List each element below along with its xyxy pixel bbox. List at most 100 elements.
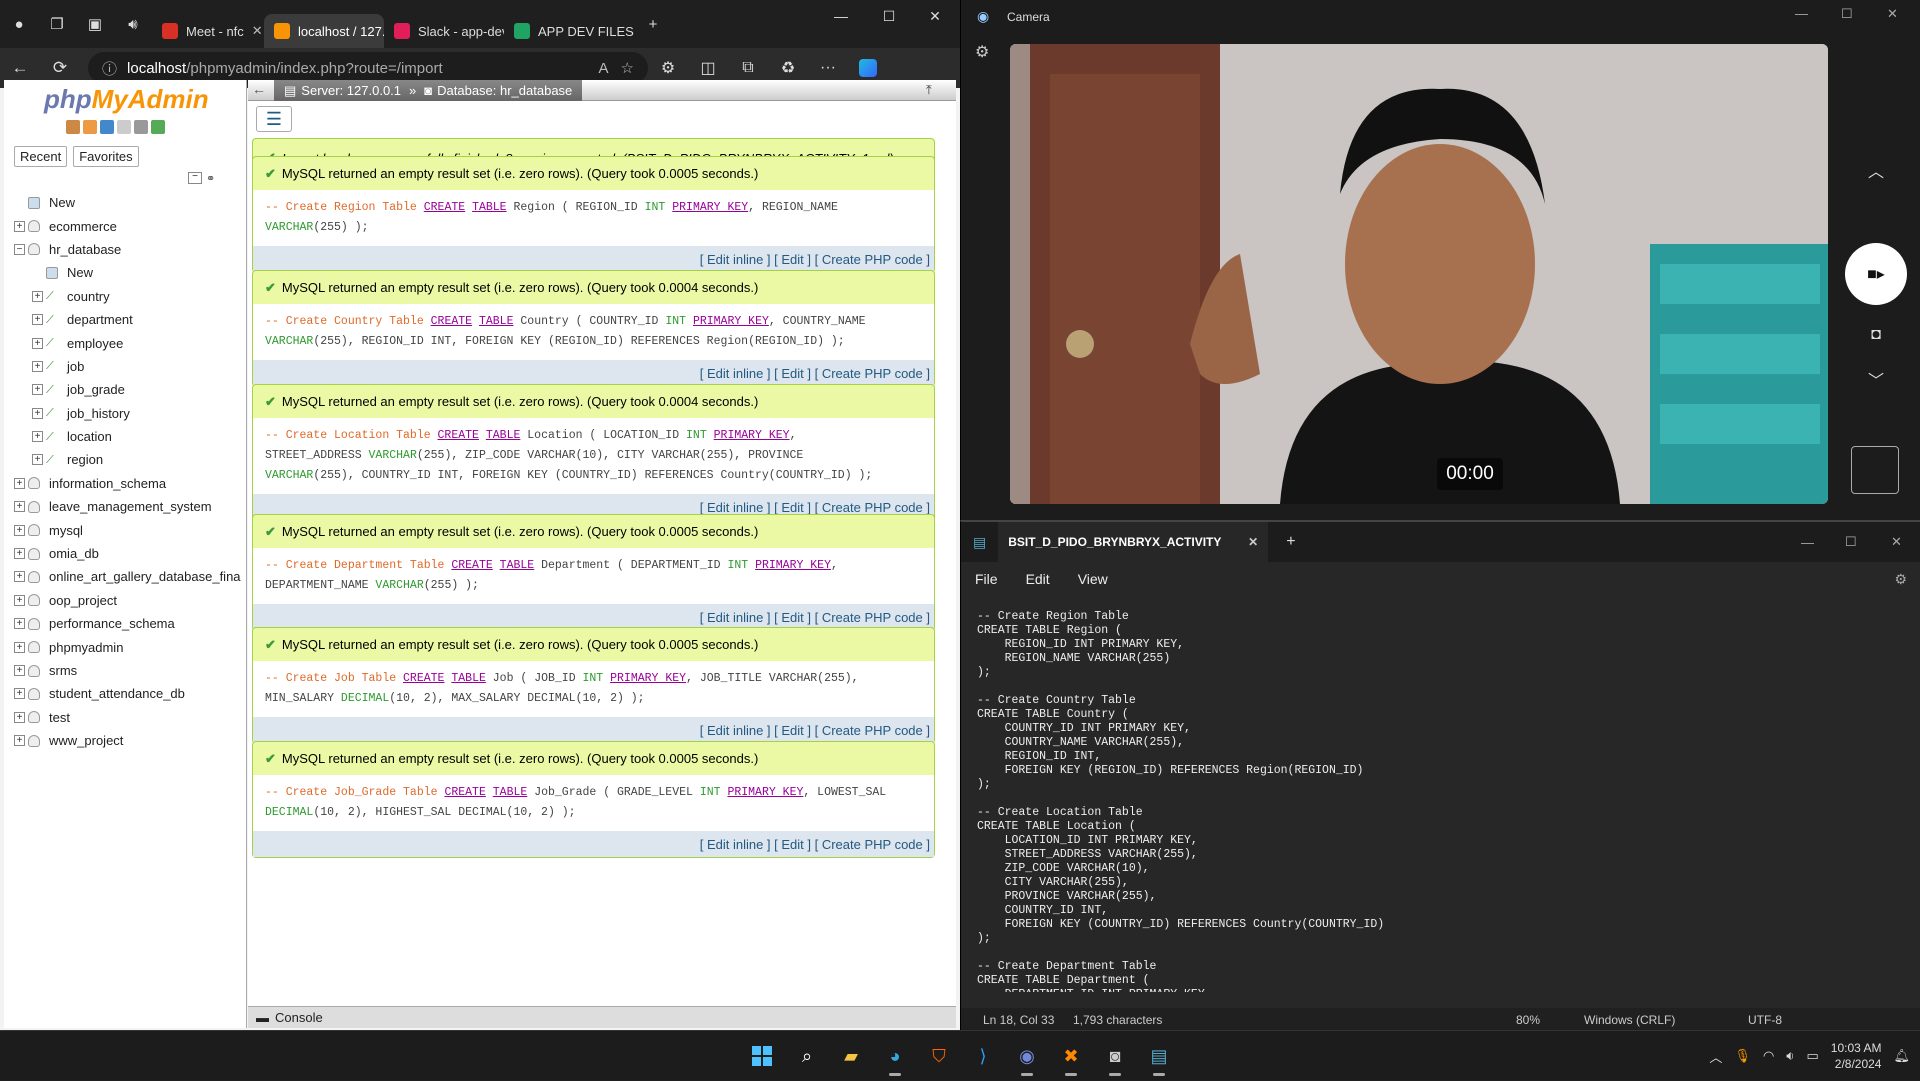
- expand-icon[interactable]: +: [14, 525, 25, 536]
- wifi-icon[interactable]: ◠: [1763, 1048, 1774, 1064]
- tree-table-item[interactable]: +⟋department: [14, 308, 244, 331]
- notepad-settings-icon[interactable]: ⚙: [1880, 571, 1920, 588]
- notification-bell-icon[interactable]: 🔔︎: [1893, 1048, 1910, 1064]
- collapse-all-icon[interactable]: −: [188, 172, 202, 184]
- tree-database-item[interactable]: +information_schema: [14, 472, 244, 495]
- tree-database-item[interactable]: −hr_database: [14, 238, 244, 261]
- tab-actions-icon[interactable]: ▣: [76, 0, 114, 48]
- link-icon[interactable]: ⚭: [206, 172, 215, 185]
- expand-icon[interactable]: +: [14, 595, 25, 606]
- menu-edit[interactable]: Edit: [1012, 571, 1064, 587]
- photo-mode-icon[interactable]: ◘: [1856, 320, 1896, 350]
- expand-icon[interactable]: [14, 197, 25, 208]
- battery-icon[interactable]: ▭: [1806, 1048, 1818, 1064]
- edit-links[interactable]: [ Edit inline ] [ Edit ] [ Create PHP co…: [253, 717, 934, 743]
- docs-icon[interactable]: [117, 120, 131, 134]
- expand-icon[interactable]: +: [14, 712, 25, 723]
- favorite-star-icon[interactable]: ☆: [621, 59, 634, 77]
- expand-icon[interactable]: +: [14, 548, 25, 559]
- tree-database-item[interactable]: +oop_project: [14, 589, 244, 612]
- maximize-icon[interactable]: ☐: [866, 0, 912, 32]
- profile-icon[interactable]: ●: [0, 0, 38, 48]
- tree-database-item[interactable]: +ecommerce: [14, 214, 244, 237]
- phpmyadmin-logo[interactable]: phpMyAdmin: [44, 84, 209, 115]
- clock[interactable]: 10:03 AM 2/8/2024: [1831, 1040, 1882, 1072]
- tree-database-item[interactable]: +online_art_gallery_database_fina: [14, 565, 244, 588]
- expand-icon[interactable]: +: [14, 478, 25, 489]
- tree-new-item[interactable]: New: [14, 261, 244, 284]
- recent-tab[interactable]: Recent: [14, 146, 67, 167]
- search-icon[interactable]: ⌕: [789, 1038, 825, 1074]
- camera-settings-icon[interactable]: ⚙: [975, 42, 989, 62]
- tree-table-item[interactable]: +⟋job_grade: [14, 378, 244, 401]
- expand-icon[interactable]: +: [32, 454, 43, 465]
- menu-file[interactable]: File: [961, 571, 1012, 587]
- xampp-icon[interactable]: ✖: [1053, 1038, 1089, 1074]
- start-windows-icon[interactable]: [744, 1038, 780, 1074]
- close-icon[interactable]: ✕: [912, 0, 958, 32]
- notepad-new-tab-icon[interactable]: +: [1286, 533, 1295, 551]
- collapse-arrow-icon[interactable]: ←: [252, 81, 266, 97]
- tree-database-item[interactable]: +test: [14, 706, 244, 729]
- minimize-icon[interactable]: —: [818, 0, 864, 32]
- notepad-tab[interactable]: BSIT_D_PIDO_BRYNBRYX_ACTIVITY ✕: [998, 522, 1268, 562]
- camera-minimize-icon[interactable]: —: [1795, 6, 1808, 21]
- tray-overflow-icon[interactable]: ︿: [1709, 1047, 1722, 1066]
- tab-close-icon[interactable]: ✕: [244, 23, 263, 39]
- tree-table-item[interactable]: +⟋employee: [14, 331, 244, 354]
- tree-new-item[interactable]: New: [14, 191, 244, 214]
- crumb-database[interactable]: Database: hr_database: [437, 83, 572, 98]
- home-icon[interactable]: [66, 120, 80, 134]
- browser-tab[interactable]: Slack - app-dev✕: [384, 14, 504, 48]
- tree-database-item[interactable]: +srms: [14, 659, 244, 682]
- read-aloud-icon[interactable]: A: [599, 60, 609, 77]
- browser-tab[interactable]: localhost / 127.✕: [264, 14, 384, 48]
- tree-database-item[interactable]: +phpmyadmin: [14, 635, 244, 658]
- tree-table-item[interactable]: +⟋region: [14, 448, 244, 471]
- favorites-tab[interactable]: Favorites: [73, 146, 138, 167]
- hamburger-menu-icon[interactable]: ☰: [256, 106, 292, 132]
- discord-icon[interactable]: ◉: [1009, 1038, 1045, 1074]
- expand-icon[interactable]: +: [32, 361, 43, 372]
- tree-table-item[interactable]: +⟋country: [14, 285, 244, 308]
- notepad-text-area[interactable]: -- Create Region Table CREATE TABLE Regi…: [977, 610, 1897, 992]
- volume-icon[interactable]: 🔉︎: [1786, 1048, 1794, 1064]
- tree-database-item[interactable]: +mysql: [14, 518, 244, 541]
- expand-icon[interactable]: +: [14, 618, 25, 629]
- chevron-down-icon[interactable]: ﹀: [1856, 364, 1896, 394]
- crumb-server[interactable]: Server: 127.0.0.1: [301, 83, 401, 98]
- tree-database-item[interactable]: +leave_management_system: [14, 495, 244, 518]
- help-icon[interactable]: [100, 120, 114, 134]
- microphone-icon[interactable]: 🎙︎: [1734, 1048, 1751, 1064]
- edit-links[interactable]: [ Edit inline ] [ Edit ] [ Create PHP co…: [253, 360, 934, 386]
- menu-view[interactable]: View: [1064, 571, 1122, 587]
- notepad-tab-close-icon[interactable]: ✕: [1248, 535, 1258, 549]
- reload-icon[interactable]: [151, 120, 165, 134]
- edit-links[interactable]: [ Edit inline ] [ Edit ] [ Create PHP co…: [253, 831, 934, 857]
- speaker-icon[interactable]: 🔊︎: [114, 0, 152, 48]
- vscode-icon[interactable]: ⟩: [965, 1038, 1001, 1074]
- file-explorer-icon[interactable]: ▰: [833, 1038, 869, 1074]
- edge-icon[interactable]: ◕: [877, 1038, 913, 1074]
- expand-icon[interactable]: +: [32, 338, 43, 349]
- brave-icon[interactable]: ⛉: [921, 1038, 957, 1074]
- chevron-up-icon[interactable]: ︿: [1856, 155, 1896, 185]
- camera-close-icon[interactable]: ✕: [1887, 6, 1898, 22]
- settings-icon[interactable]: [134, 120, 148, 134]
- expand-icon[interactable]: +: [32, 384, 43, 395]
- expand-icon[interactable]: +: [32, 314, 43, 325]
- tree-database-item[interactable]: +www_project: [14, 729, 244, 752]
- new-tab-icon[interactable]: +: [634, 0, 672, 48]
- tree-database-item[interactable]: +omia_db: [14, 542, 244, 565]
- workspaces-icon[interactable]: ❐: [38, 0, 76, 48]
- collapse-icon[interactable]: −: [14, 244, 25, 255]
- expand-icon[interactable]: +: [14, 501, 25, 512]
- expand-icon[interactable]: +: [14, 221, 25, 232]
- expand-icon[interactable]: +: [14, 688, 25, 699]
- expand-icon[interactable]: +: [32, 431, 43, 442]
- notepad-maximize-icon[interactable]: ☐: [1845, 534, 1857, 550]
- expand-icon[interactable]: +: [32, 408, 43, 419]
- browser-tab[interactable]: APP DEV FILES✕: [504, 14, 634, 48]
- expand-icon[interactable]: [32, 267, 43, 278]
- tree-table-item[interactable]: +⟋job: [14, 355, 244, 378]
